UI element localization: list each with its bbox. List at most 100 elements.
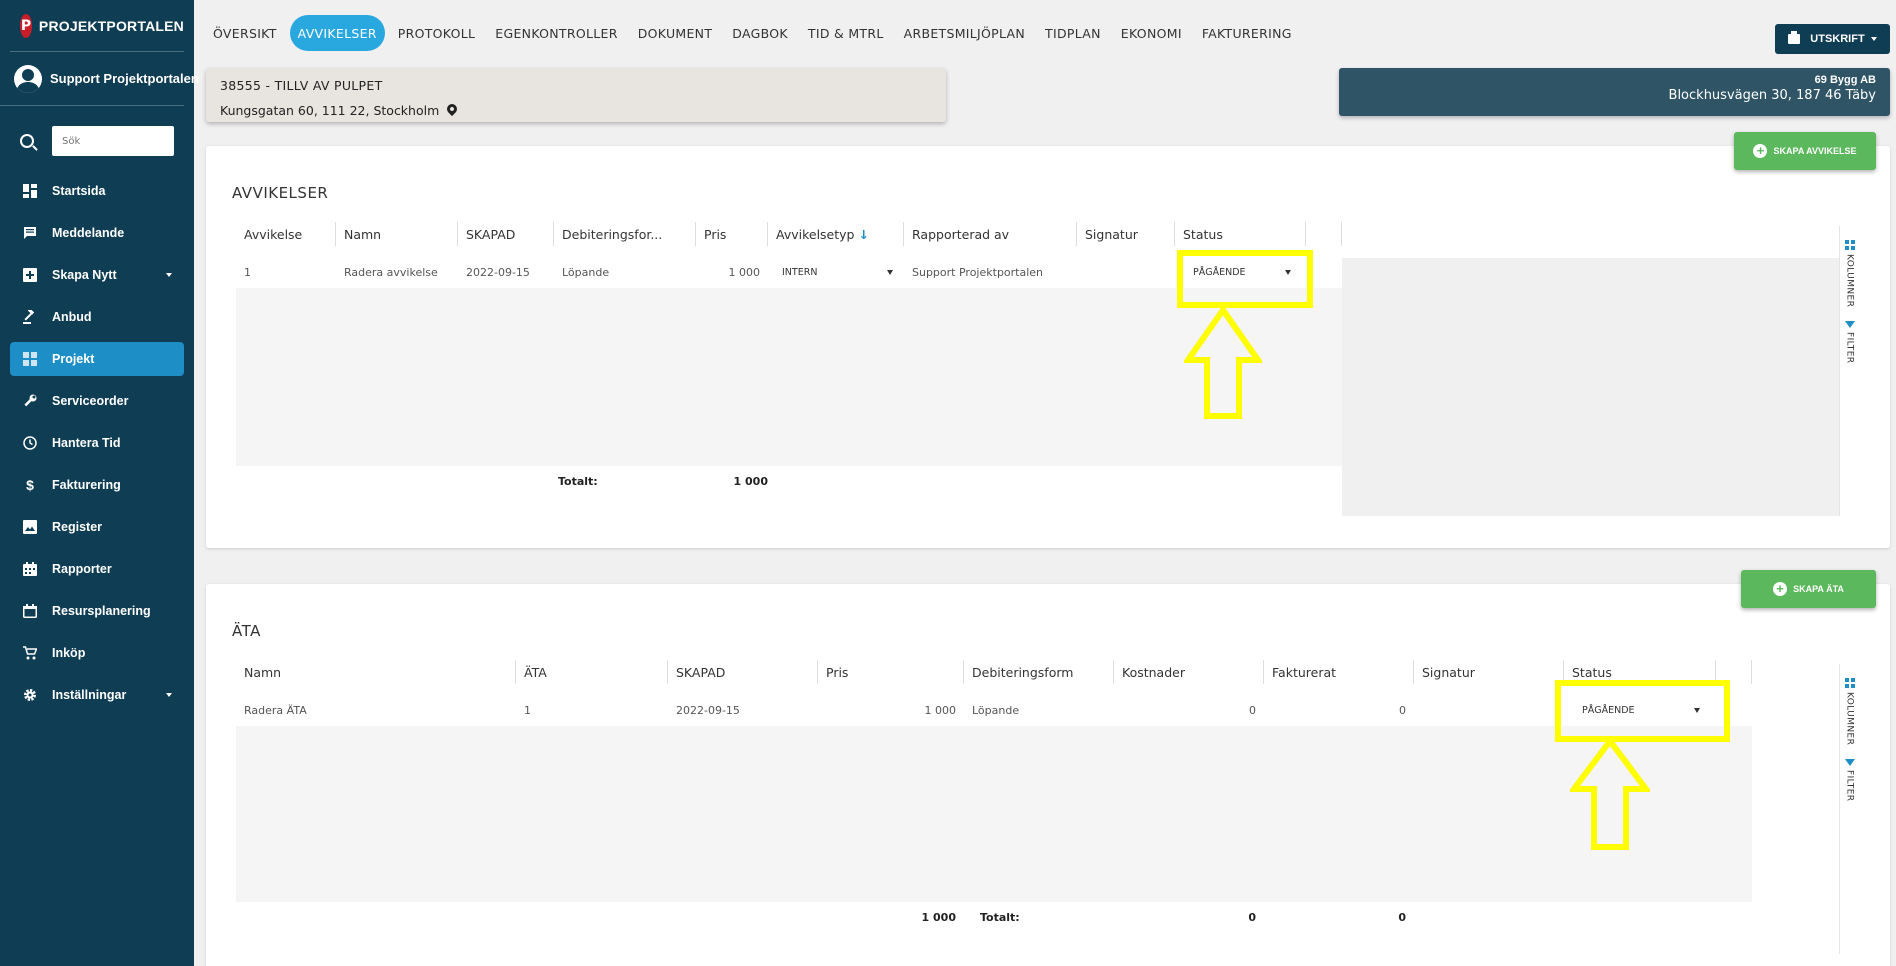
image-icon — [22, 519, 38, 535]
avvikelsetyp-value: INTERN — [782, 266, 818, 278]
col-debiteringsform[interactable]: Debiteringsfor... — [554, 222, 696, 246]
cell-skapad: 2022-09-15 — [466, 265, 530, 279]
col-signatur[interactable]: Signatur — [1077, 222, 1175, 246]
cell-avvikelsetyp: INTERN — [768, 261, 904, 283]
cell-namn: Radera avvikelse — [344, 265, 438, 279]
tab-protokoll[interactable]: PROTOKOLL — [391, 15, 483, 51]
columns-icon — [1844, 240, 1855, 250]
company-card: 69 Bygg AB Blockhusvägen 30, 187 46 Täby — [1339, 68, 1890, 116]
ata-title: ÄTA — [232, 622, 261, 640]
col-kostnader[interactable]: Kostnader — [1114, 660, 1264, 684]
tab-tid-mtrl[interactable]: TID & MTRL — [801, 15, 891, 51]
col-avvikelse[interactable]: Avvikelse — [236, 222, 336, 246]
sidebar-item-label: Startsida — [52, 184, 106, 198]
filter-icon — [1844, 321, 1855, 329]
filter-toggle[interactable]: FILTER — [1845, 770, 1855, 801]
col-rapporterad-av[interactable]: Rapporterad av — [904, 222, 1077, 246]
col-avvikelsetyp[interactable]: Avvikelsetyp ↓ — [768, 222, 904, 246]
sidebar-item-inkop[interactable]: Inköp — [10, 636, 184, 670]
avvikelsetyp-select[interactable]: INTERN — [776, 261, 899, 283]
cell-skapad: 2022-09-15 — [676, 703, 740, 717]
sidebar-item-skapa-nytt[interactable]: Skapa Nytt — [10, 258, 184, 292]
sidebar-item-projekt[interactable]: Projekt — [10, 342, 184, 376]
user-profile[interactable]: Support Projektportalen — [0, 52, 199, 106]
tab-dagbok[interactable]: DAGBOK — [725, 15, 795, 51]
sidebar-item-rapporter[interactable]: Rapporter — [10, 552, 184, 586]
filter-icon — [1844, 759, 1855, 767]
sidebar-item-serviceorder[interactable]: Serviceorder — [10, 384, 184, 418]
create-ata-button[interactable]: + SKAPA ÄTA — [1741, 570, 1876, 608]
avatar — [14, 64, 42, 93]
create-avvikelse-button[interactable]: + SKAPA AVVIKELSE — [1734, 132, 1876, 170]
cell-debitering: Löpande — [972, 703, 1020, 717]
wrench-icon — [22, 393, 38, 409]
tab-arbetsmiljoplan[interactable]: ARBETSMILJÖPLAN — [897, 15, 1032, 51]
grid-footer: Totalt: 1 000 — [236, 470, 1342, 492]
col-signatur[interactable]: Signatur — [1414, 660, 1564, 684]
sidebar-item-hantera-tid[interactable]: Hantera Tid — [10, 426, 184, 460]
cell-fakturerat: 0 — [1399, 703, 1406, 717]
chevron-down-icon — [1870, 37, 1877, 41]
side-tools: KOLUMNER FILTER — [1839, 664, 1859, 954]
col-fakturerat[interactable]: Fakturerat — [1264, 660, 1414, 684]
sidebar-item-fakturering[interactable]: $ Fakturering — [10, 468, 184, 502]
tab-ekonomi[interactable]: EKONOMI — [1114, 15, 1189, 51]
highlight-arrow-up-ata — [1570, 737, 1650, 850]
col-namn[interactable]: Namn — [236, 660, 516, 684]
search-icon — [20, 134, 34, 148]
total-fakturerat: 0 — [1398, 910, 1406, 924]
cart-icon — [22, 645, 38, 661]
search-input[interactable] — [52, 126, 174, 156]
filter-toggle[interactable]: FILTER — [1845, 332, 1855, 363]
col-skapad[interactable]: SKAPAD — [458, 222, 554, 246]
col-pris[interactable]: Pris — [696, 222, 768, 246]
print-label: UTSKRIFT — [1810, 33, 1865, 45]
sidebar-item-startsida[interactable]: Startsida — [10, 174, 184, 208]
sort-arrow-icon: ↓ — [858, 226, 869, 242]
print-button[interactable]: UTSKRIFT — [1775, 24, 1890, 54]
grid-body: Radera ÄTA 1 2022-09-15 1 000 Löpande 0 … — [236, 694, 1752, 902]
brand-name: PROJEKTPORTALEN — [38, 17, 184, 34]
sidebar-item-label: Inköp — [52, 646, 86, 660]
cell-pris: 1 000 — [924, 703, 957, 717]
cell-kostnader: 0 — [1249, 703, 1256, 717]
sidebar-item-installningar[interactable]: Inställningar — [10, 678, 184, 712]
tab-dokument[interactable]: DOKUMENT — [631, 15, 720, 51]
highlight-box — [1177, 250, 1313, 308]
project-icon — [22, 351, 38, 367]
columns-toggle[interactable]: KOLUMNER — [1845, 254, 1855, 307]
cell-namn: Radera ÄTA — [244, 703, 307, 717]
tab-egenkontroller[interactable]: EGENKONTROLLER — [488, 15, 624, 51]
gear-icon — [22, 687, 38, 703]
map-pin-icon[interactable] — [445, 101, 460, 116]
tab-fakturering[interactable]: FAKTURERING — [1195, 15, 1299, 51]
sidebar-item-register[interactable]: Register — [10, 510, 184, 544]
sidebar: P PROJEKTPORTALEN Support Projektportale… — [0, 0, 199, 966]
sidebar-item-label: Inställningar — [52, 688, 127, 702]
col-namn[interactable]: Namn — [336, 222, 458, 246]
columns-toggle[interactable]: KOLUMNER — [1845, 692, 1855, 745]
col-ata[interactable]: ÄTA — [516, 660, 668, 684]
user-name: Support Projektportalen — [50, 71, 199, 86]
calendar-grid-icon — [22, 561, 38, 577]
brand[interactable]: P PROJEKTPORTALEN — [10, 0, 184, 52]
col-skapad[interactable]: SKAPAD — [668, 660, 818, 684]
tab-tidplan[interactable]: TIDPLAN — [1038, 15, 1108, 51]
grid-header: Namn ÄTA SKAPAD Pris Debiteringsform Kos… — [236, 660, 1752, 684]
tab-avvikelser[interactable]: AVVIKELSER — [289, 15, 385, 51]
grid-filler — [1342, 258, 1840, 516]
sidebar-item-resursplanering[interactable]: Resursplanering — [10, 594, 184, 628]
table-row[interactable]: Radera ÄTA 1 2022-09-15 1 000 Löpande 0 … — [236, 694, 1752, 726]
col-pris[interactable]: Pris — [818, 660, 964, 684]
printer-icon — [1788, 31, 1801, 44]
sidebar-item-meddelande[interactable]: Meddelande — [10, 216, 184, 250]
tab-oversikt[interactable]: ÖVERSIKT — [206, 15, 284, 51]
sidebar-search — [0, 116, 194, 166]
cell-rapporterad: Support Projektportalen — [912, 265, 1044, 279]
col-status[interactable]: Status — [1175, 222, 1306, 246]
col-debiteringsform[interactable]: Debiteringsform — [964, 660, 1114, 684]
sidebar-item-anbud[interactable]: Anbud — [10, 300, 184, 334]
col-avvikelsetyp-label: Avvikelsetyp — [776, 226, 855, 242]
sidebar-item-label: Resursplanering — [52, 604, 151, 618]
chevron-down-icon — [166, 693, 172, 697]
